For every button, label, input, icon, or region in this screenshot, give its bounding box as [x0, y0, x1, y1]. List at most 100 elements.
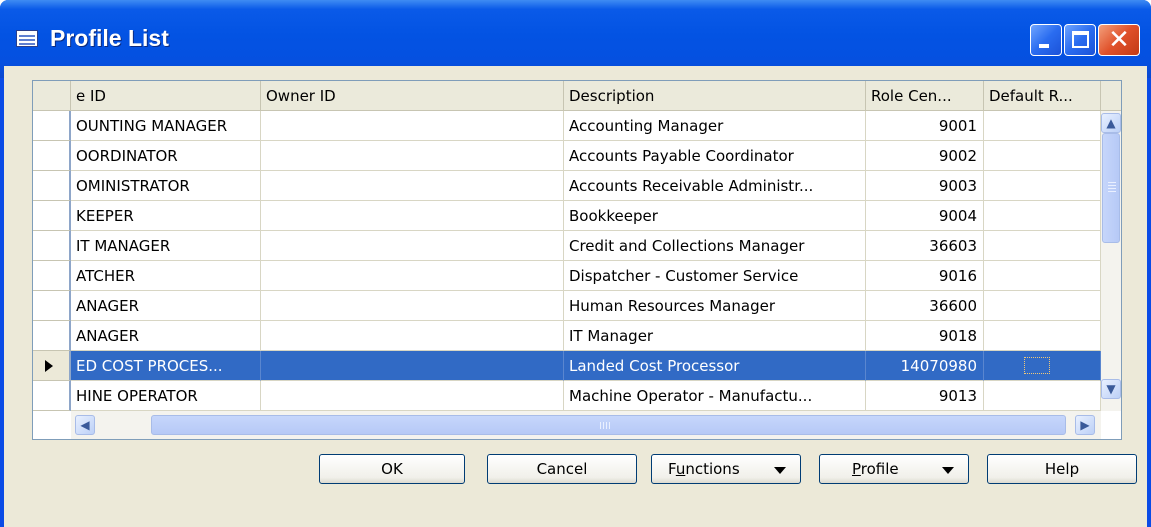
cell-default-role[interactable] — [984, 201, 1101, 231]
cell-description[interactable]: Accounts Payable Coordinator — [564, 141, 866, 171]
table-row[interactable]: OUNTING MANAGER Accounting Manager 9001 — [33, 111, 1101, 141]
table-row[interactable]: OORDINATOR Accounts Payable Coordinator 90… — [33, 141, 1101, 171]
cell-owner-id[interactable] — [261, 381, 564, 411]
cell-description[interactable]: Landed Cost Processor — [564, 351, 866, 381]
cell-role-center[interactable]: 9002 — [866, 141, 984, 171]
cell-role-center[interactable]: 36600 — [866, 291, 984, 321]
cell-owner-id[interactable] — [261, 291, 564, 321]
scroll-right-button[interactable]: ▶ — [1075, 415, 1095, 435]
row-selector[interactable] — [33, 321, 71, 351]
cell-role-center[interactable]: 9003 — [866, 171, 984, 201]
cancel-button[interactable]: Cancel — [487, 454, 637, 484]
row-selector[interactable] — [33, 141, 71, 171]
cell-description[interactable]: Dispatcher - Customer Service — [564, 261, 866, 291]
cell-owner-id[interactable] — [261, 351, 564, 381]
chevron-down-icon: ▼ — [1106, 382, 1116, 396]
cell-default-role[interactable] — [984, 351, 1101, 381]
horizontal-scroll-thumb[interactable] — [151, 415, 1066, 435]
row-selector[interactable] — [33, 261, 71, 291]
row-selector[interactable] — [33, 351, 71, 381]
current-row-arrow-icon — [45, 360, 53, 372]
cell-profile-id[interactable]: ANAGER — [71, 291, 261, 321]
column-header-role-center[interactable]: Role Cen... — [866, 81, 984, 111]
cell-owner-id[interactable] — [261, 231, 564, 261]
table-icon — [16, 30, 38, 47]
row-selector[interactable] — [33, 291, 71, 321]
cell-owner-id[interactable] — [261, 261, 564, 291]
chevron-down-icon — [942, 467, 954, 474]
cell-owner-id[interactable] — [261, 141, 564, 171]
cell-description[interactable]: Bookkeeper — [564, 201, 866, 231]
cell-owner-id[interactable] — [261, 111, 564, 141]
table-row[interactable]: ED COST PROCES... Landed Cost Processor 14… — [33, 351, 1101, 381]
cell-role-center[interactable]: 36603 — [866, 231, 984, 261]
cell-role-center[interactable]: 14070980 — [866, 351, 984, 381]
table-row[interactable]: KEEPER Bookkeeper 9004 — [33, 201, 1101, 231]
cell-profile-id[interactable]: ANAGER — [71, 321, 261, 351]
chevron-left-icon: ◀ — [80, 418, 90, 432]
help-button[interactable]: Help — [987, 454, 1137, 484]
profile-grid: e ID Owner ID Description Role Cen... De… — [32, 80, 1122, 440]
column-header-owner-id[interactable]: Owner ID — [261, 81, 564, 111]
ok-button[interactable]: OK — [319, 454, 465, 484]
cell-default-role[interactable] — [984, 261, 1101, 291]
table-row[interactable]: OMINISTRATOR Accounts Receivable Administ… — [33, 171, 1101, 201]
functions-menu-button[interactable]: Functions — [651, 454, 801, 484]
cell-default-role[interactable] — [984, 111, 1101, 141]
scroll-up-button[interactable]: ▲ — [1101, 113, 1121, 133]
column-header-default-role[interactable]: Default R... — [984, 81, 1101, 111]
cell-role-center[interactable]: 9018 — [866, 321, 984, 351]
column-header-profile-id[interactable]: e ID — [71, 81, 261, 111]
cell-default-role[interactable] — [984, 381, 1101, 411]
row-selector[interactable] — [33, 111, 71, 141]
scroll-down-button[interactable]: ▼ — [1101, 379, 1121, 399]
cell-description[interactable]: Accounts Receivable Administr... — [564, 171, 866, 201]
cell-profile-id[interactable]: ATCHER — [71, 261, 261, 291]
cell-profile-id[interactable]: OORDINATOR — [71, 141, 261, 171]
cell-role-center[interactable]: 9001 — [866, 111, 984, 141]
cell-profile-id[interactable]: ED COST PROCES... — [71, 351, 261, 381]
row-selector[interactable] — [33, 231, 71, 261]
vertical-scrollbar[interactable]: ▲ ▼ — [1101, 111, 1121, 411]
cell-profile-id[interactable]: OUNTING MANAGER — [71, 111, 261, 141]
horizontal-scrollbar[interactable]: ◀ ▶ — [71, 411, 1101, 439]
scroll-left-button[interactable]: ◀ — [75, 415, 95, 435]
profile-menu-button[interactable]: Profile — [819, 454, 969, 484]
cell-description[interactable]: Accounting Manager — [564, 111, 866, 141]
focus-cell-indicator — [1024, 357, 1050, 374]
row-selector[interactable] — [33, 201, 71, 231]
row-selector[interactable] — [33, 171, 71, 201]
cell-profile-id[interactable]: OMINISTRATOR — [71, 171, 261, 201]
cell-profile-id[interactable]: IT MANAGER — [71, 231, 261, 261]
cell-role-center[interactable]: 9013 — [866, 381, 984, 411]
minimize-button[interactable] — [1030, 24, 1062, 56]
maximize-button[interactable] — [1064, 24, 1096, 56]
table-row[interactable]: ANAGER IT Manager 9018 — [33, 321, 1101, 351]
cell-owner-id[interactable] — [261, 201, 564, 231]
table-row[interactable]: IT MANAGER Credit and Collections Manage… — [33, 231, 1101, 261]
cell-description[interactable]: Machine Operator - Manufactu... — [564, 381, 866, 411]
close-button[interactable]: ✕ — [1098, 24, 1140, 56]
cell-owner-id[interactable] — [261, 321, 564, 351]
cell-default-role[interactable] — [984, 291, 1101, 321]
cell-default-role[interactable] — [984, 171, 1101, 201]
cell-default-role[interactable] — [984, 231, 1101, 261]
cell-default-role[interactable] — [984, 141, 1101, 171]
vertical-scroll-thumb[interactable] — [1102, 133, 1120, 243]
cell-description[interactable]: Credit and Collections Manager — [564, 231, 866, 261]
table-row[interactable]: ATCHER Dispatcher - Customer Service 9016 — [33, 261, 1101, 291]
cell-profile-id[interactable]: HINE OPERATOR — [71, 381, 261, 411]
cell-role-center[interactable]: 9016 — [866, 261, 984, 291]
functions-label-f: F — [668, 460, 676, 478]
cell-default-role[interactable] — [984, 321, 1101, 351]
cell-description[interactable]: IT Manager — [564, 321, 866, 351]
row-selector-header — [33, 81, 71, 111]
row-selector[interactable] — [33, 381, 71, 411]
cell-role-center[interactable]: 9004 — [866, 201, 984, 231]
table-row[interactable]: ANAGER Human Resources Manager 36600 — [33, 291, 1101, 321]
table-row[interactable]: HINE OPERATOR Machine Operator - Manufact… — [33, 381, 1101, 411]
column-header-description[interactable]: Description — [564, 81, 866, 111]
cell-profile-id[interactable]: KEEPER — [71, 201, 261, 231]
cell-description[interactable]: Human Resources Manager — [564, 291, 866, 321]
cell-owner-id[interactable] — [261, 171, 564, 201]
